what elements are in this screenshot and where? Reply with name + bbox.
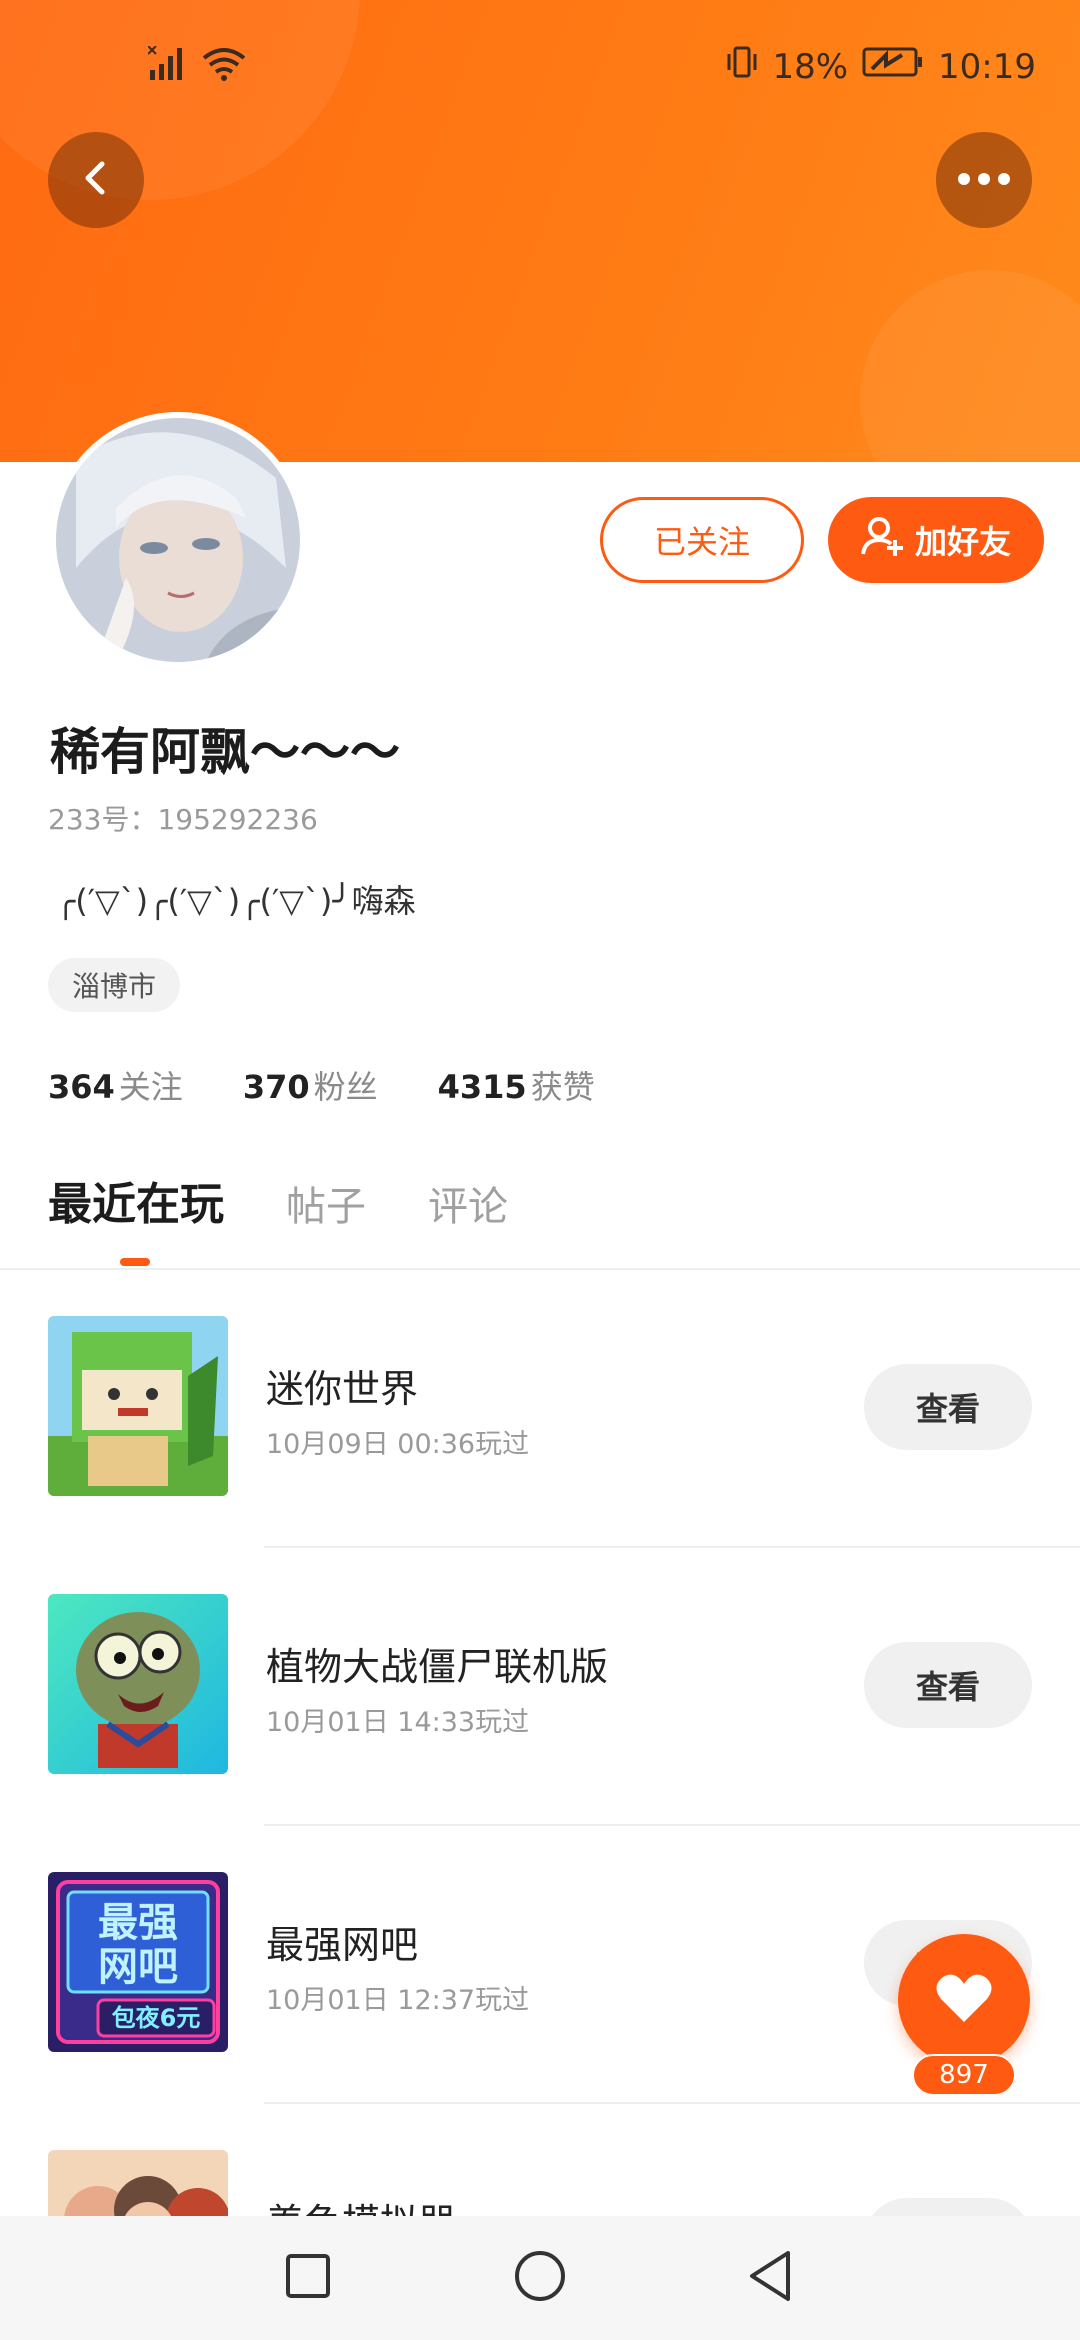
like-button[interactable] — [898, 1934, 1030, 2066]
back-nav-button[interactable] — [738, 2246, 802, 2310]
avatar-illustration — [56, 418, 300, 662]
user-bio: ╭(′▽`)╭(′▽`)╭(′▽`)╯嗨森 — [56, 882, 416, 920]
view-button[interactable]: 查看 — [864, 1642, 1032, 1728]
banner-decoration — [860, 270, 1080, 462]
stat-label: 关注 — [118, 1068, 183, 1106]
back-button[interactable] — [48, 132, 144, 228]
thumb-text: 网吧 — [98, 1944, 178, 1990]
status-right: 18% 10:19 — [726, 44, 1036, 89]
chevron-left-icon — [76, 158, 116, 202]
tab-posts[interactable]: 帖子 — [286, 1174, 366, 1232]
list-item[interactable]: 迷你世界 10月09日 00:36玩过 查看 — [0, 1270, 1080, 1548]
more-button[interactable] — [936, 132, 1032, 228]
wifi-icon — [202, 46, 246, 86]
game-icon-strongest-netcafe: 最强 网吧 包夜6元 — [48, 1872, 228, 2052]
user-id: 233号：195292236 — [48, 803, 318, 836]
game-title: 迷你世界 — [266, 1367, 419, 1411]
tab-active-indicator — [120, 1258, 150, 1266]
game-played-time: 10月01日 14:33玩过 — [266, 1707, 530, 1738]
stat-value: 364 — [48, 1068, 115, 1106]
status-left — [147, 45, 246, 86]
profile-tabs: 最近在玩 帖子 评论 — [48, 1168, 508, 1232]
stat-following[interactable]: 364 关注 — [48, 1062, 183, 1108]
recent-games-list: 迷你世界 10月09日 00:36玩过 查看 植物大战僵尸联机版 10月01日 … — [0, 1270, 1080, 2340]
game-icon-pvz — [48, 1594, 228, 1774]
stats-row: 364 关注 370 粉丝 4315 获赞 — [48, 1062, 595, 1108]
add-friend-label: 加好友 — [914, 523, 1011, 561]
signal-icon — [147, 45, 188, 86]
stat-value: 4315 — [437, 1068, 527, 1106]
location-badge: 淄博市 — [48, 958, 181, 1012]
like-count: 897 — [912, 2054, 1016, 2096]
profile-header-banner: 18% 10:19 — [0, 0, 1080, 462]
stat-value: 370 — [242, 1068, 310, 1106]
battery-charging-icon — [862, 45, 924, 88]
user-name: 稀有阿飘～～～ — [50, 723, 400, 781]
square-icon — [284, 2252, 332, 2304]
system-navigation-bar — [0, 2216, 1080, 2340]
tab-recent-games[interactable]: 最近在玩 — [48, 1168, 224, 1232]
stat-followers[interactable]: 370 粉丝 — [243, 1062, 378, 1108]
game-title: 最强网吧 — [266, 1923, 419, 1967]
thumb-text: 最强 — [98, 1900, 178, 1946]
followed-button[interactable]: 已关注 — [600, 497, 804, 583]
circle-icon — [513, 2249, 567, 2307]
home-button[interactable] — [508, 2246, 572, 2310]
add-user-icon — [861, 514, 905, 566]
thumb-text: 包夜6元 — [112, 2004, 201, 2032]
status-bar: 18% 10:19 — [0, 0, 1080, 130]
stat-label: 粉丝 — [313, 1068, 378, 1106]
game-played-time: 10月01日 12:37玩过 — [266, 1985, 530, 2016]
battery-percent: 18% — [772, 46, 849, 87]
stat-likes[interactable]: 4315 获赞 — [438, 1062, 595, 1108]
stat-label: 获赞 — [530, 1068, 595, 1106]
add-friend-button[interactable]: 加好友 — [828, 497, 1044, 583]
game-title: 植物大战僵尸联机版 — [266, 1645, 609, 1689]
recent-apps-button[interactable] — [276, 2246, 340, 2310]
list-item[interactable]: 植物大战僵尸联机版 10月01日 14:33玩过 查看 — [0, 1548, 1080, 1826]
triangle-back-icon — [744, 2249, 796, 2307]
avatar[interactable] — [50, 412, 306, 668]
vibrate-icon — [726, 44, 758, 89]
view-button[interactable]: 查看 — [864, 1364, 1032, 1450]
heart-icon — [935, 1972, 993, 2028]
game-played-time: 10月09日 00:36玩过 — [266, 1429, 530, 1460]
game-icon-mini-world — [48, 1316, 228, 1496]
tab-comments[interactable]: 评论 — [428, 1174, 508, 1232]
more-dots-icon — [956, 171, 1012, 190]
followed-label: 已关注 — [653, 523, 750, 561]
clock: 10:19 — [938, 46, 1036, 87]
